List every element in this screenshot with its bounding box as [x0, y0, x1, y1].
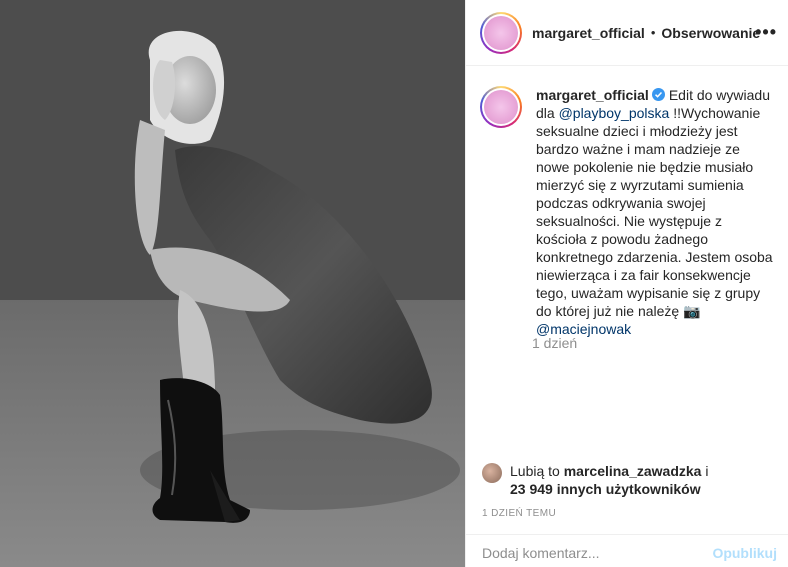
comment-input[interactable]: [482, 545, 702, 561]
likes-count-link[interactable]: 23 949 innych użytkowników: [510, 481, 701, 497]
avatar: [484, 90, 518, 124]
likes-text: Lubią to marcelina_zawadzka i 23 949 inny…: [510, 462, 730, 498]
liker-username[interactable]: marcelina_zawadzka: [564, 463, 702, 479]
story-ring-avatar[interactable]: [480, 11, 522, 54]
more-options-icon[interactable]: •••: [755, 22, 777, 43]
verified-badge-icon: [651, 88, 665, 101]
liker-avatar[interactable]: [482, 463, 502, 483]
caption-time[interactable]: 1 dzień: [532, 335, 577, 351]
likes: Lubią to marcelina_zawadzka i 23 949 inny…: [482, 462, 730, 498]
likes-connector: i: [701, 463, 709, 479]
caption: margaret_official Edit do wywiadu dla @pl…: [480, 86, 780, 338]
post-photo-illustration: [0, 0, 465, 567]
comment-box: Opublikuj: [466, 534, 788, 567]
caption-text: margaret_official Edit do wywiadu dla @pl…: [536, 86, 774, 338]
post-photo[interactable]: [0, 0, 465, 567]
likes-prefix: Lubią to: [510, 463, 564, 479]
header-separator: •: [650, 25, 656, 40]
following-button[interactable]: Obserwowanie: [661, 25, 760, 41]
caption-part2: !!Wychowanie seksualne dzieci i młodzież…: [536, 105, 773, 319]
avatar: [484, 15, 518, 50]
post-header: margaret_official • Obserwowanie •••: [466, 0, 788, 66]
publish-button[interactable]: Opublikuj: [712, 545, 777, 561]
mention-link[interactable]: @playboy_polska: [559, 105, 670, 121]
header-username[interactable]: margaret_official: [532, 25, 645, 41]
post-sidebar: margaret_official • Obserwowanie ••• mar…: [465, 0, 788, 567]
caption-avatar[interactable]: [480, 86, 522, 128]
post-timestamp[interactable]: 1 DZIEŃ TEMU: [482, 508, 556, 519]
caption-username[interactable]: margaret_official: [536, 87, 649, 103]
